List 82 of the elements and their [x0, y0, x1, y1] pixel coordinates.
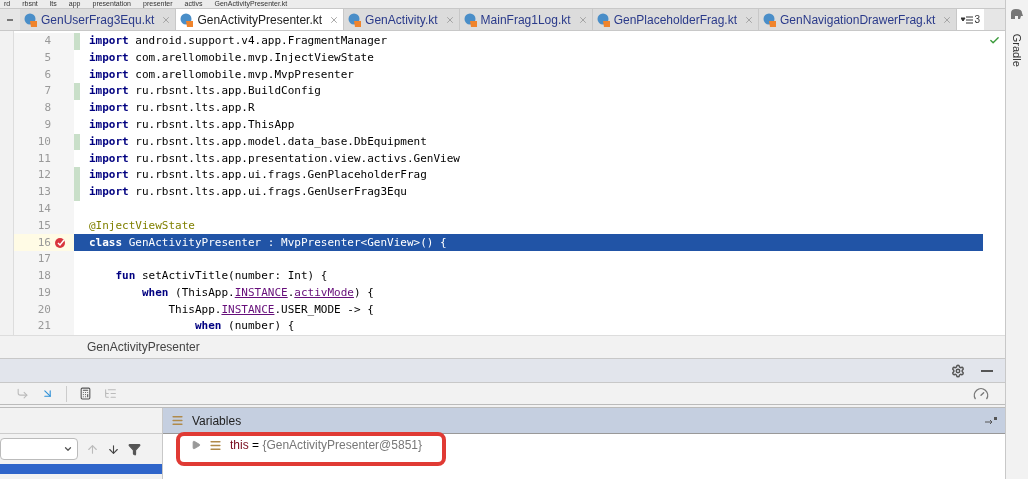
- line-number: 5: [44, 49, 51, 66]
- down-arrow-icon[interactable]: [107, 442, 120, 456]
- close-icon[interactable]: [942, 14, 953, 25]
- sidebar-tab[interactable]: Gradle: [1008, 33, 1026, 67]
- code-line: ThisApp.INSTANCE.USER_MODE -> {: [167, 301, 374, 318]
- kotlin-file-icon: [24, 12, 38, 27]
- change-marker[interactable]: [74, 83, 80, 101]
- line-number: 4: [44, 33, 51, 50]
- code-line: when (ThisApp.INSTANCE.activMode) {: [140, 284, 374, 301]
- change-marker[interactable]: [74, 184, 80, 201]
- line-number: 13: [37, 184, 51, 201]
- line-number: 7: [44, 83, 51, 100]
- line-number: 11: [37, 150, 51, 167]
- line-number: 8: [44, 100, 51, 117]
- code-line: import ru.rbsnt.lts.app.presentation.view.activs.GenView: [89, 150, 460, 167]
- line-number: 17: [37, 251, 51, 268]
- code-line: import ru.rbsnt.lts.app.model.data_base.DbEquipment: [89, 133, 427, 150]
- editor-breadcrumb[interactable]: GenActivityPresenter: [87, 338, 200, 356]
- step-icon[interactable]: [16, 387, 29, 400]
- collapse-icon[interactable]: [7, 18, 13, 21]
- change-marker[interactable]: [74, 133, 80, 151]
- line-number: 18: [37, 268, 51, 285]
- minimize-icon[interactable]: [981, 369, 993, 372]
- step-into-icon[interactable]: [41, 387, 54, 400]
- close-icon[interactable]: [744, 14, 755, 25]
- gauge-icon[interactable]: [973, 385, 989, 402]
- kotlin-file-icon: [763, 12, 778, 27]
- close-icon[interactable]: [161, 14, 172, 25]
- variable-entry[interactable]: this = {GenActivityPresenter@5851}: [230, 436, 422, 454]
- file-tab[interactable]: GenNavigationDrawerFrag.kt: [759, 9, 958, 30]
- expand-arrow-icon[interactable]: [191, 440, 201, 450]
- line-number: 14: [37, 200, 51, 217]
- check-icon: [988, 35, 1000, 46]
- pin-icon[interactable]: [985, 416, 997, 425]
- code-line: import ru.rbsnt.lts.app.ui.frags.GenUserFrag3Equ: [89, 184, 407, 201]
- breakpoint-icon[interactable]: [54, 236, 66, 249]
- close-icon[interactable]: [577, 14, 588, 25]
- code-editor[interactable]: [0, 31, 1005, 335]
- line-number: 21: [37, 318, 51, 335]
- list-icon[interactable]: [104, 387, 117, 400]
- panel-title: Variables: [192, 412, 242, 430]
- file-tab[interactable]: GenPlaceholderFrag.kt: [592, 9, 760, 30]
- code-line: import com.arellomobile.mvp.MvpPresenter: [89, 66, 354, 83]
- code-line: class GenActivityPresenter : MvpPresenter<GenView>() {: [89, 234, 447, 251]
- line-number: 9: [44, 117, 51, 134]
- line-number: 16: [37, 234, 51, 251]
- code-line: @InjectViewState: [89, 217, 195, 234]
- code-line: import ru.rbsnt.lts.app.BuildConfig: [89, 83, 321, 100]
- filter-icon[interactable]: [128, 442, 141, 456]
- kotlin-file-icon: [596, 12, 611, 27]
- up-arrow-icon[interactable]: [86, 442, 99, 456]
- file-tab[interactable]: GenActivityPresenter.kt: [176, 9, 345, 30]
- code-line: fun setActivTitle(number: Int) {: [114, 268, 328, 285]
- line-number: 20: [37, 301, 51, 318]
- field-icon: [209, 438, 222, 452]
- file-tab[interactable]: GenUserFrag3Equ.kt: [20, 9, 177, 30]
- file-tab[interactable]: GenActivity.kt: [344, 9, 460, 30]
- line-number: 19: [37, 284, 51, 301]
- file-tab[interactable]: MainFrag1Log.kt: [459, 9, 593, 30]
- settings-icon[interactable]: [951, 363, 965, 378]
- code-line: import ru.rbsnt.lts.app.ThisApp: [89, 117, 295, 134]
- elephant-icon[interactable]: [1010, 8, 1024, 20]
- kotlin-file-icon: [463, 12, 478, 27]
- code-line: import ru.rbsnt.lts.app.R: [89, 100, 255, 117]
- tab-overflow-button[interactable]: 3: [957, 9, 984, 30]
- line-number: 10: [37, 133, 51, 150]
- kotlin-file-icon: [180, 12, 195, 27]
- line-number: 12: [37, 167, 51, 184]
- variables-icon: [171, 414, 184, 427]
- code-line: import com.arellomobile.mvp.InjectViewState: [89, 49, 374, 66]
- kotlin-file-icon: [348, 12, 363, 27]
- line-number: 15: [37, 217, 51, 234]
- list-menu-icon[interactable]: [961, 15, 974, 24]
- close-icon[interactable]: [444, 14, 455, 25]
- change-marker[interactable]: [74, 167, 80, 185]
- change-marker[interactable]: [74, 33, 80, 50]
- close-icon[interactable]: [329, 14, 340, 25]
- code-line: when (number) {: [193, 318, 295, 335]
- code-line: import ru.rbsnt.lts.app.ui.frags.GenPlaceholderFrag: [89, 167, 427, 184]
- line-number: 6: [44, 66, 51, 83]
- calculator-icon[interactable]: [79, 387, 92, 400]
- code-line: import android.support.v4.app.FragmentManager: [89, 33, 388, 50]
